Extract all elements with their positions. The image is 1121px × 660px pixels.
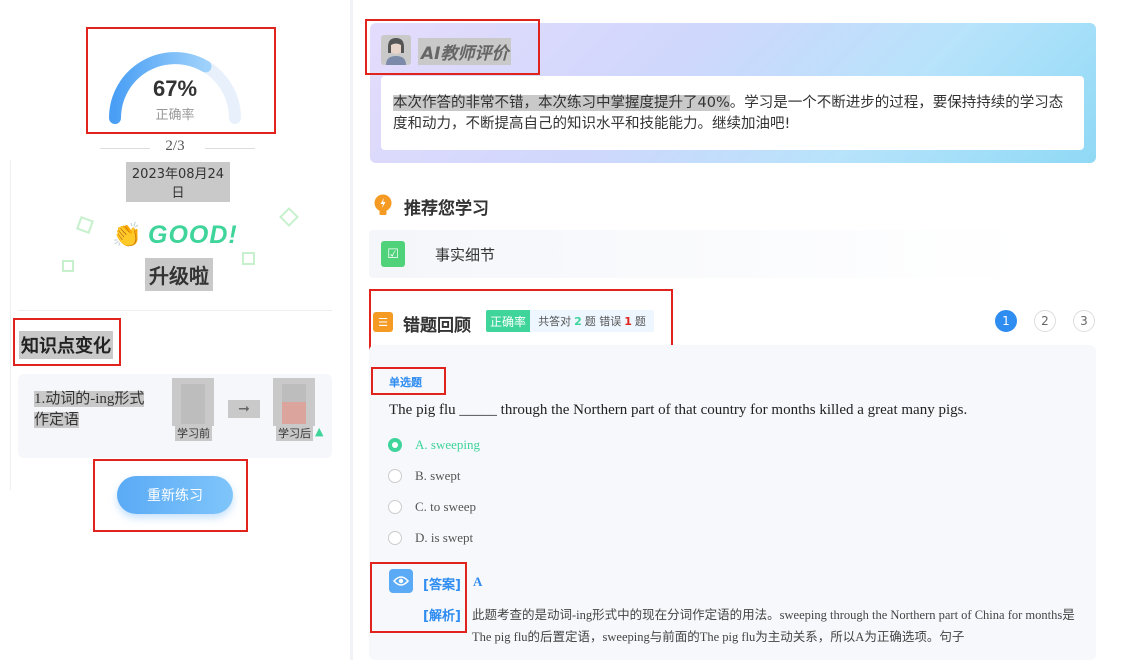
accuracy-label: 正确率 xyxy=(155,108,195,123)
page-button-1[interactable]: 1 xyxy=(995,310,1017,332)
progress-line-right xyxy=(205,148,255,149)
accuracy-percent: 67% xyxy=(152,76,198,101)
page-button-2[interactable]: 2 xyxy=(1034,310,1056,332)
accuracy-tag: 正确率 xyxy=(486,310,530,332)
radio-icon[interactable] xyxy=(388,531,402,545)
knowledge-title: 知识点变化 xyxy=(19,331,113,359)
option-b[interactable]: B. swept xyxy=(388,468,461,484)
decor-shape xyxy=(62,260,74,272)
clapping-hands-icon: 👏 xyxy=(112,221,142,249)
good-badge: 👏 GOOD! xyxy=(112,218,238,252)
radio-icon[interactable] xyxy=(388,500,402,514)
ai-eval-title: AI教师评价 xyxy=(418,38,512,65)
explain-label: [解析] xyxy=(423,609,461,624)
knowledge-item-name: 1.动词的-ing形式作定语 xyxy=(34,391,145,428)
lightbulb-icon xyxy=(374,194,392,215)
ai-eval-text: 本次作答的非常不错，本次练习中掌握度提升了40%。学习是一个不断进步的过程，要保… xyxy=(393,95,1064,132)
progress-count: 2/3 xyxy=(165,138,185,154)
question-type: 单选题 xyxy=(389,376,422,389)
before-label: 学习前 xyxy=(175,425,212,441)
question-stem: The pig flu _____ through the Northern p… xyxy=(389,402,968,418)
eye-icon[interactable] xyxy=(389,569,413,593)
radio-selected-icon[interactable] xyxy=(388,438,402,452)
section-divider xyxy=(18,310,332,311)
after-label: 学习后 xyxy=(276,425,313,441)
review-title: 错题回顾 xyxy=(403,316,471,336)
radio-icon[interactable] xyxy=(388,469,402,483)
accuracy-stats: 共答对 2 题 错误 1 题 xyxy=(530,310,654,332)
option-a[interactable]: A. sweeping xyxy=(388,437,480,453)
recommend-item-label[interactable]: 事实细节 xyxy=(435,244,495,265)
retry-practice-button[interactable]: 重新练习 xyxy=(117,476,233,514)
up-arrow-icon: ▲ xyxy=(315,425,324,438)
recommend-title: 推荐您学习 xyxy=(404,199,489,219)
before-level-chart xyxy=(172,378,214,426)
good-text: GOOD! xyxy=(148,220,238,249)
option-d[interactable]: D. is swept xyxy=(388,530,473,546)
option-c[interactable]: C. to sweep xyxy=(388,499,476,515)
answer-value: A xyxy=(473,574,483,589)
upgrade-text: 升级啦 xyxy=(145,258,213,291)
left-edge-border xyxy=(0,160,11,490)
answer-label: [答案] xyxy=(423,578,461,593)
after-level-chart xyxy=(273,378,315,426)
arrow-right-icon: ➞ xyxy=(228,400,260,418)
checklist-icon: ☑ xyxy=(381,241,405,267)
review-list-icon: ☰ xyxy=(373,312,393,332)
page-button-3[interactable]: 3 xyxy=(1073,310,1095,332)
decor-shape xyxy=(242,252,255,265)
progress-line-left xyxy=(100,148,150,149)
practice-date: 2023年08月24日 xyxy=(126,162,230,202)
explain-text: 此题考查的是动词-ing形式中的现在分词作定语的用法。sweeping thro… xyxy=(472,608,1075,644)
